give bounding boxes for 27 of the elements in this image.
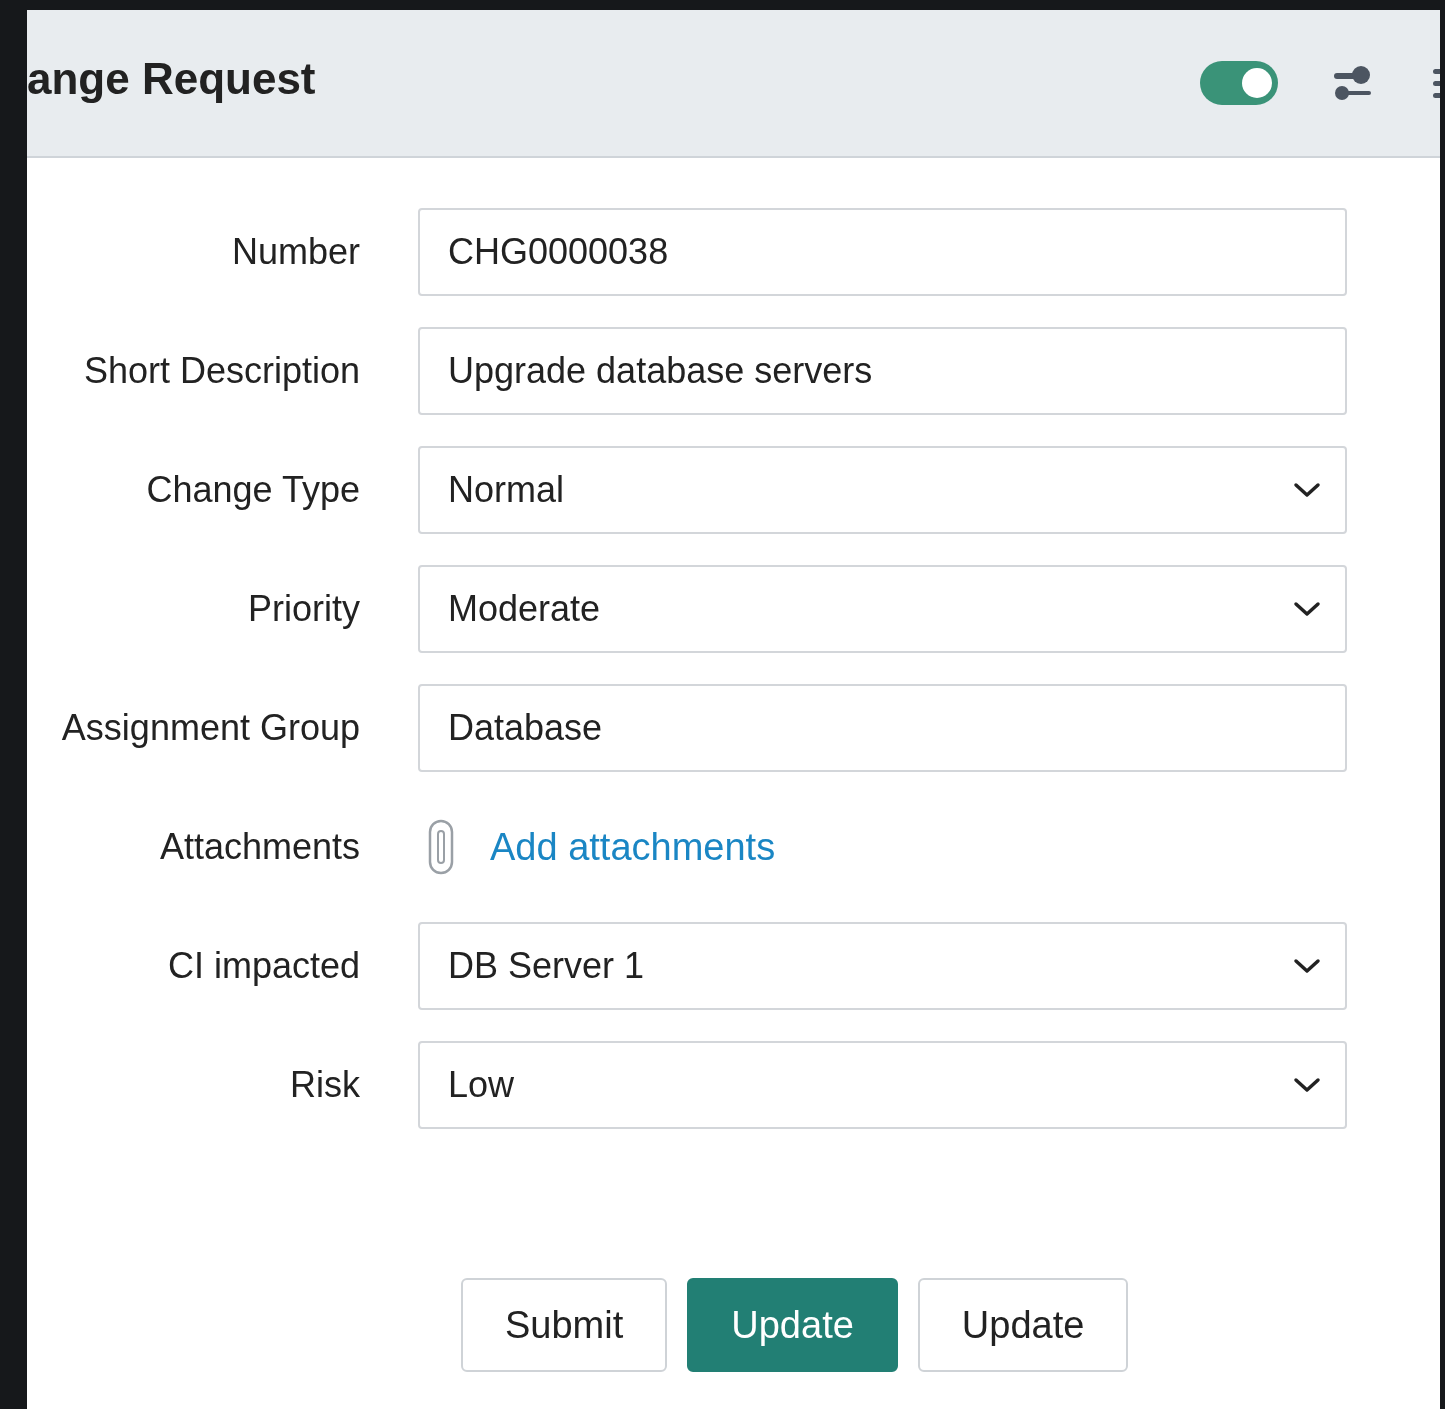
- toggle-switch[interactable]: [1200, 61, 1278, 105]
- chevron-down-icon: [1293, 482, 1321, 498]
- field-label: Number: [230, 231, 360, 273]
- chevron-down-icon: [1293, 601, 1321, 617]
- update-button[interactable]: Update: [687, 1278, 898, 1372]
- field-label: Assignment Group: [60, 707, 360, 749]
- paperclip-icon: [428, 819, 454, 875]
- field-label: Priority: [247, 588, 360, 630]
- chevron-down-icon: [1293, 958, 1321, 974]
- field-label: Change Type: [145, 469, 360, 511]
- input-field[interactable]: Database: [418, 684, 1347, 772]
- select-field[interactable]: Moderate: [418, 565, 1347, 653]
- input-field[interactable]: CHG0000038: [418, 208, 1347, 296]
- select-field[interactable]: Normal: [418, 446, 1347, 534]
- field-label: CI impacted: [166, 945, 360, 987]
- add-attachments-link[interactable]: Add attachments: [490, 825, 776, 869]
- chevron-down-icon: [1293, 1077, 1321, 1093]
- submit-button[interactable]: Submit: [461, 1278, 668, 1372]
- input-field[interactable]: Upgrade database servers: [418, 327, 1347, 415]
- settings-sliders-icon[interactable]: [1333, 64, 1373, 102]
- update-button[interactable]: Update: [917, 1278, 1129, 1372]
- select-field[interactable]: DB Server 1: [418, 922, 1347, 1010]
- page-title: ange Request: [27, 54, 316, 104]
- select-field[interactable]: Low: [418, 1041, 1347, 1129]
- field-label: Attachments: [158, 826, 360, 868]
- field-label: Short Description: [82, 350, 360, 392]
- field-label: Risk: [289, 1064, 360, 1106]
